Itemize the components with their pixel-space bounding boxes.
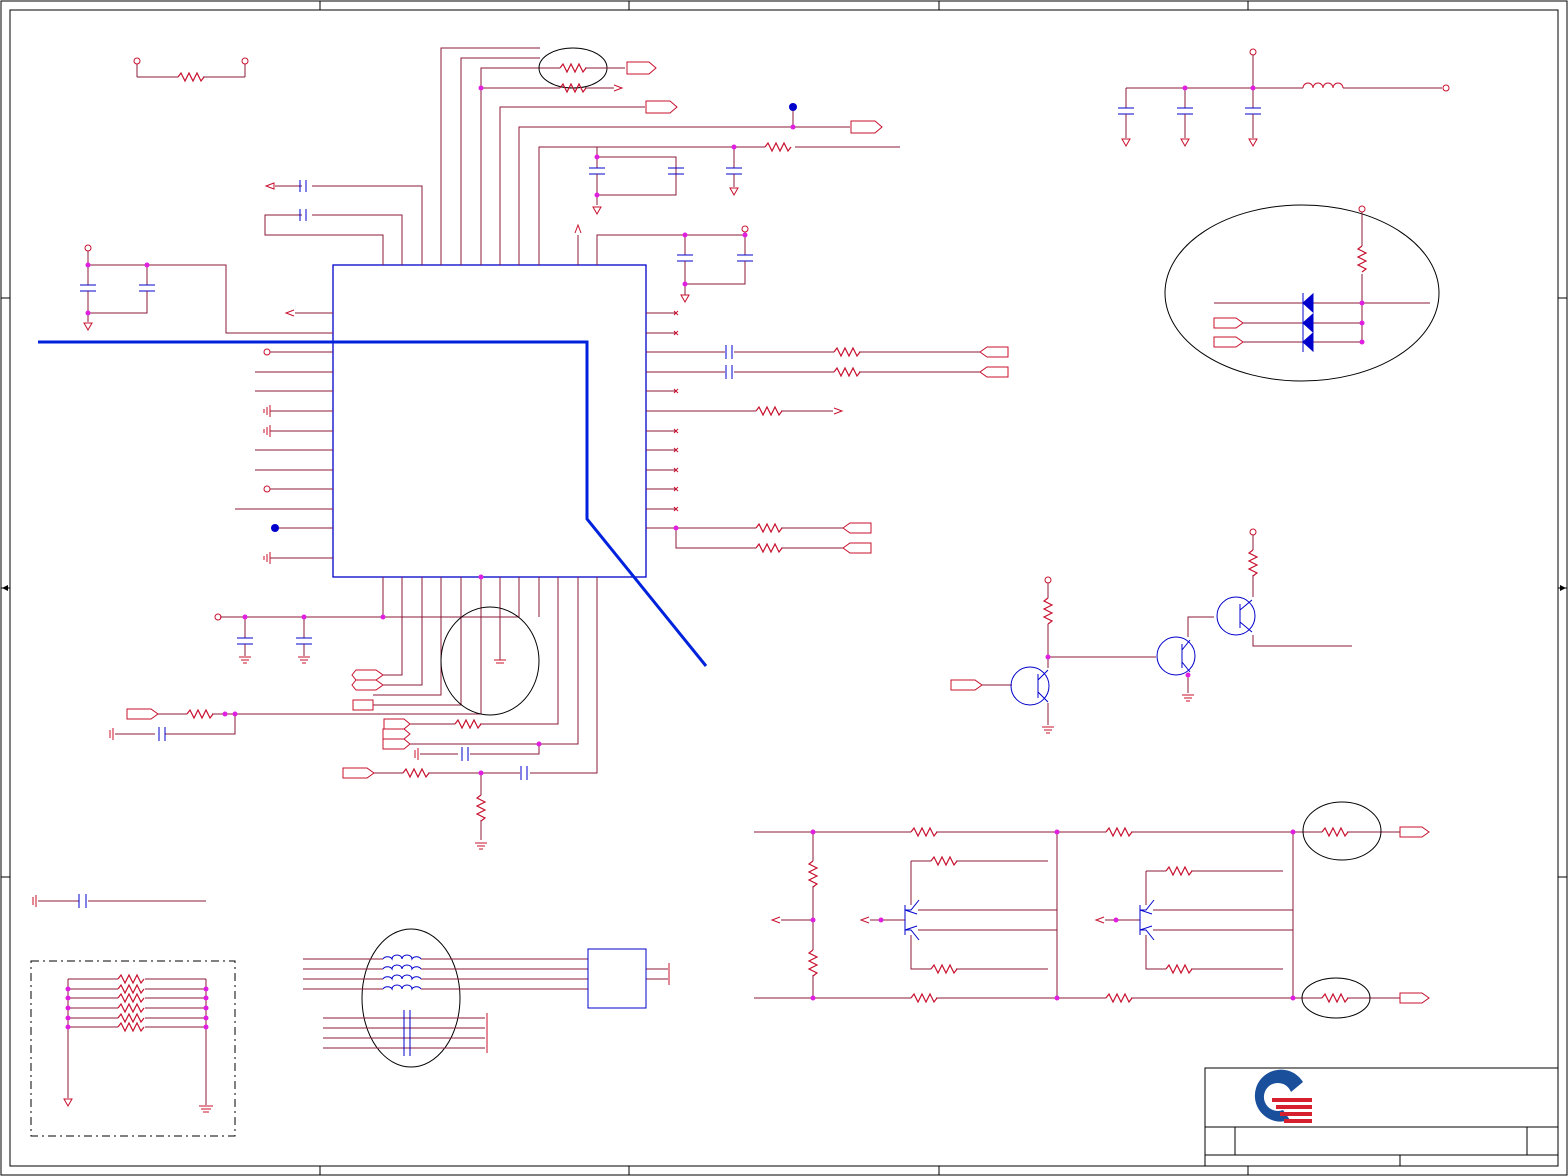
cap-c2	[726, 147, 742, 197]
offpage-port-3	[850, 120, 883, 134]
transistor-bridge	[754, 826, 1430, 1004]
resistor-top-left	[133, 57, 249, 82]
transistor-q1	[1010, 666, 1050, 706]
cap-left-pair	[80, 244, 333, 334]
ground-symbols-left	[263, 405, 271, 564]
resistors-right	[755, 347, 861, 553]
up-arrow	[574, 223, 582, 234]
main-ic	[332, 264, 647, 578]
resistors-chain	[1043, 549, 1258, 625]
common-mode-choke	[303, 928, 670, 1068]
cap-left-mid	[32, 894, 206, 908]
caps-right-series	[725, 345, 733, 379]
diode-array	[1164, 204, 1440, 382]
sheet-frame	[0, 0, 1568, 1176]
test-point-blue-left	[271, 524, 279, 532]
ic-right-pins	[646, 312, 980, 549]
title-block	[1204, 1067, 1559, 1167]
grounds-chain	[1042, 694, 1194, 734]
resistors-bottom	[186, 709, 486, 822]
junction-dots	[65, 85, 1365, 1030]
cap-c1	[589, 147, 684, 216]
transistor-chain	[950, 528, 1352, 725]
resistor-r3	[764, 142, 792, 152]
ic-bottom-pins	[115, 577, 598, 840]
caps-bottom-left	[214, 613, 312, 656]
power-lc-filter	[1118, 48, 1450, 148]
ic-top-pins	[264, 47, 900, 265]
offpage-port-2	[645, 100, 678, 114]
ic-left-pins	[235, 309, 333, 559]
zone-arrow-left	[2, 585, 8, 591]
highlight-ellipse-bottom	[440, 606, 540, 716]
cap-c4	[677, 225, 753, 304]
zone-arrow-right	[1560, 585, 1566, 591]
resistor-r1	[559, 63, 625, 73]
test-point-blue	[789, 103, 797, 127]
transistor-q3	[1216, 596, 1256, 636]
ports-bottom	[126, 669, 411, 779]
schematic-sheet	[0, 0, 1568, 1176]
ports-right	[833, 346, 1009, 554]
bridge-resistors	[808, 827, 1349, 1003]
arrow-r2	[613, 84, 624, 92]
company-logo	[1254, 1069, 1312, 1123]
offpage-port-1	[626, 61, 657, 75]
transistor-q2	[1156, 636, 1196, 676]
